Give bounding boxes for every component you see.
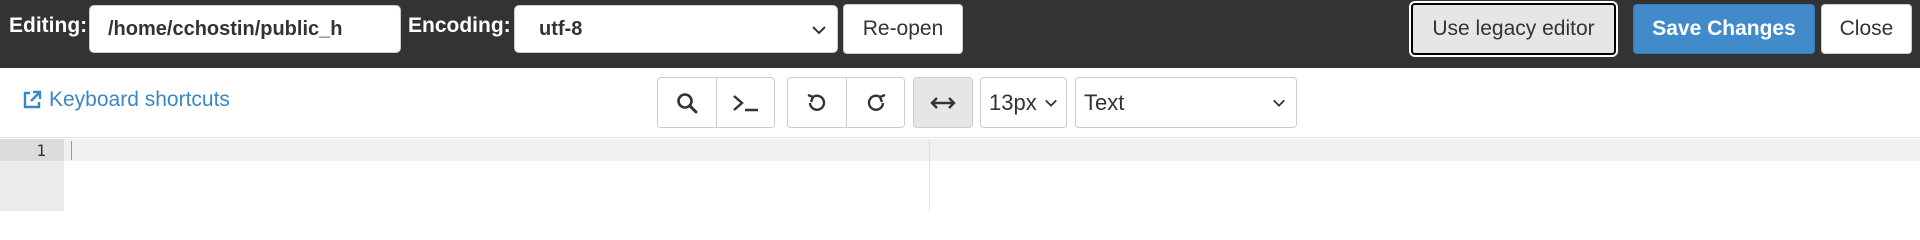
wrap-icon [930, 96, 956, 109]
search-button[interactable] [658, 78, 716, 127]
history-tools-group [787, 77, 905, 128]
line-gutter: 1 [0, 139, 64, 211]
code-editor[interactable]: 1 [0, 139, 1920, 211]
text-cursor [71, 141, 72, 160]
search-icon [677, 92, 698, 113]
search-tools-group [657, 77, 775, 128]
undo-button[interactable] [788, 78, 846, 127]
encoding-value: utf-8 [539, 18, 583, 40]
close-button[interactable]: Close [1821, 4, 1912, 54]
redo-icon [867, 93, 885, 111]
chevron-down-icon [812, 26, 826, 35]
syntax-mode-select[interactable]: Text [1075, 77, 1297, 128]
save-changes-button[interactable]: Save Changes [1633, 4, 1815, 54]
external-link-icon [23, 90, 42, 109]
word-wrap-toggle[interactable] [914, 78, 972, 127]
encoding-select[interactable]: utf-8 [514, 5, 838, 53]
reopen-button[interactable]: Re-open [843, 4, 963, 54]
editor-toolbar: Keyboard shortcuts 13px Text [0, 68, 1920, 138]
editor-header: Editing: Encoding: utf-8 Re-open Use leg… [0, 0, 1920, 68]
active-line-highlight [64, 139, 1920, 161]
undo-icon [807, 93, 826, 111]
active-gutter-cell: 1 [0, 139, 64, 161]
wrap-tools-group [913, 77, 973, 128]
redo-button[interactable] [846, 78, 904, 127]
chevron-down-icon [1273, 99, 1285, 107]
syntax-mode-value: Text [1084, 90, 1125, 115]
encoding-label: Encoding: [408, 14, 511, 37]
editing-label: Editing: [9, 14, 88, 37]
font-size-select[interactable]: 13px [980, 77, 1067, 128]
line-number: 1 [36, 141, 46, 160]
chevron-down-icon [1045, 99, 1057, 107]
terminal-icon [732, 94, 758, 111]
keyboard-shortcuts-link[interactable]: Keyboard shortcuts [22, 88, 230, 112]
print-margin [929, 139, 930, 211]
goto-line-button[interactable] [716, 78, 774, 127]
file-path-field[interactable] [89, 5, 401, 53]
font-size-value: 13px [989, 90, 1037, 115]
keyboard-shortcuts-label: Keyboard shortcuts [49, 88, 230, 111]
legacy-editor-button[interactable]: Use legacy editor [1409, 1, 1618, 57]
